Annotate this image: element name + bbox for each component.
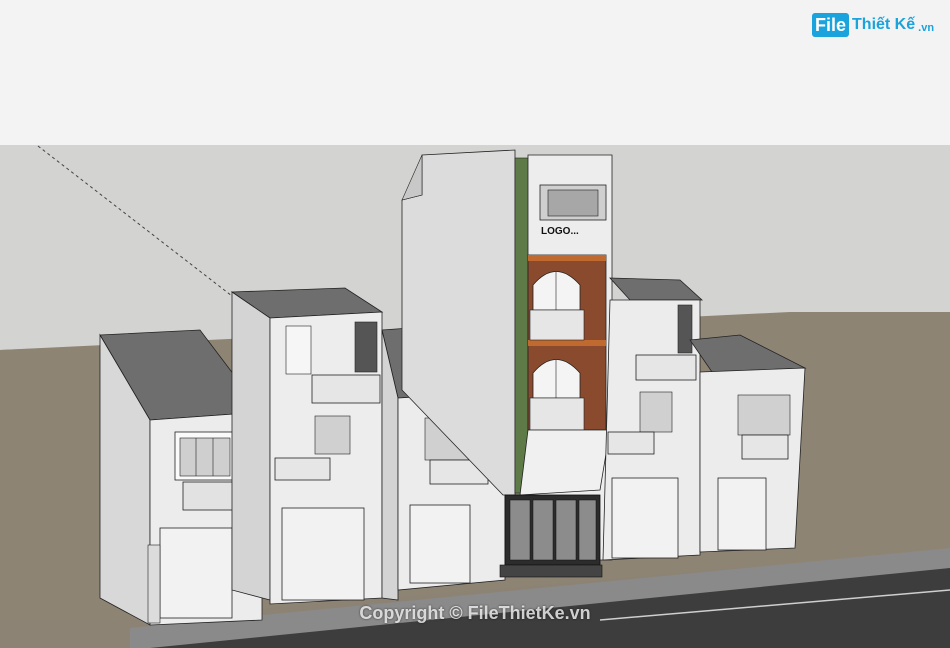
copyright-watermark: Copyright © FileThietKe.vn bbox=[359, 603, 591, 623]
watermark-badge: File bbox=[812, 13, 850, 37]
sketchup-model-view: LOGO... bbox=[0, 0, 950, 648]
sky bbox=[0, 0, 950, 145]
house-right-1 bbox=[602, 277, 704, 561]
watermark-logo: File Thiết Kế .vn bbox=[812, 10, 934, 40]
watermark-name: Thiết Kế bbox=[852, 16, 916, 33]
watermark-suffix: .vn bbox=[918, 22, 935, 34]
house-left-2 bbox=[230, 287, 384, 605]
building-sign: LOGO... bbox=[541, 226, 579, 237]
